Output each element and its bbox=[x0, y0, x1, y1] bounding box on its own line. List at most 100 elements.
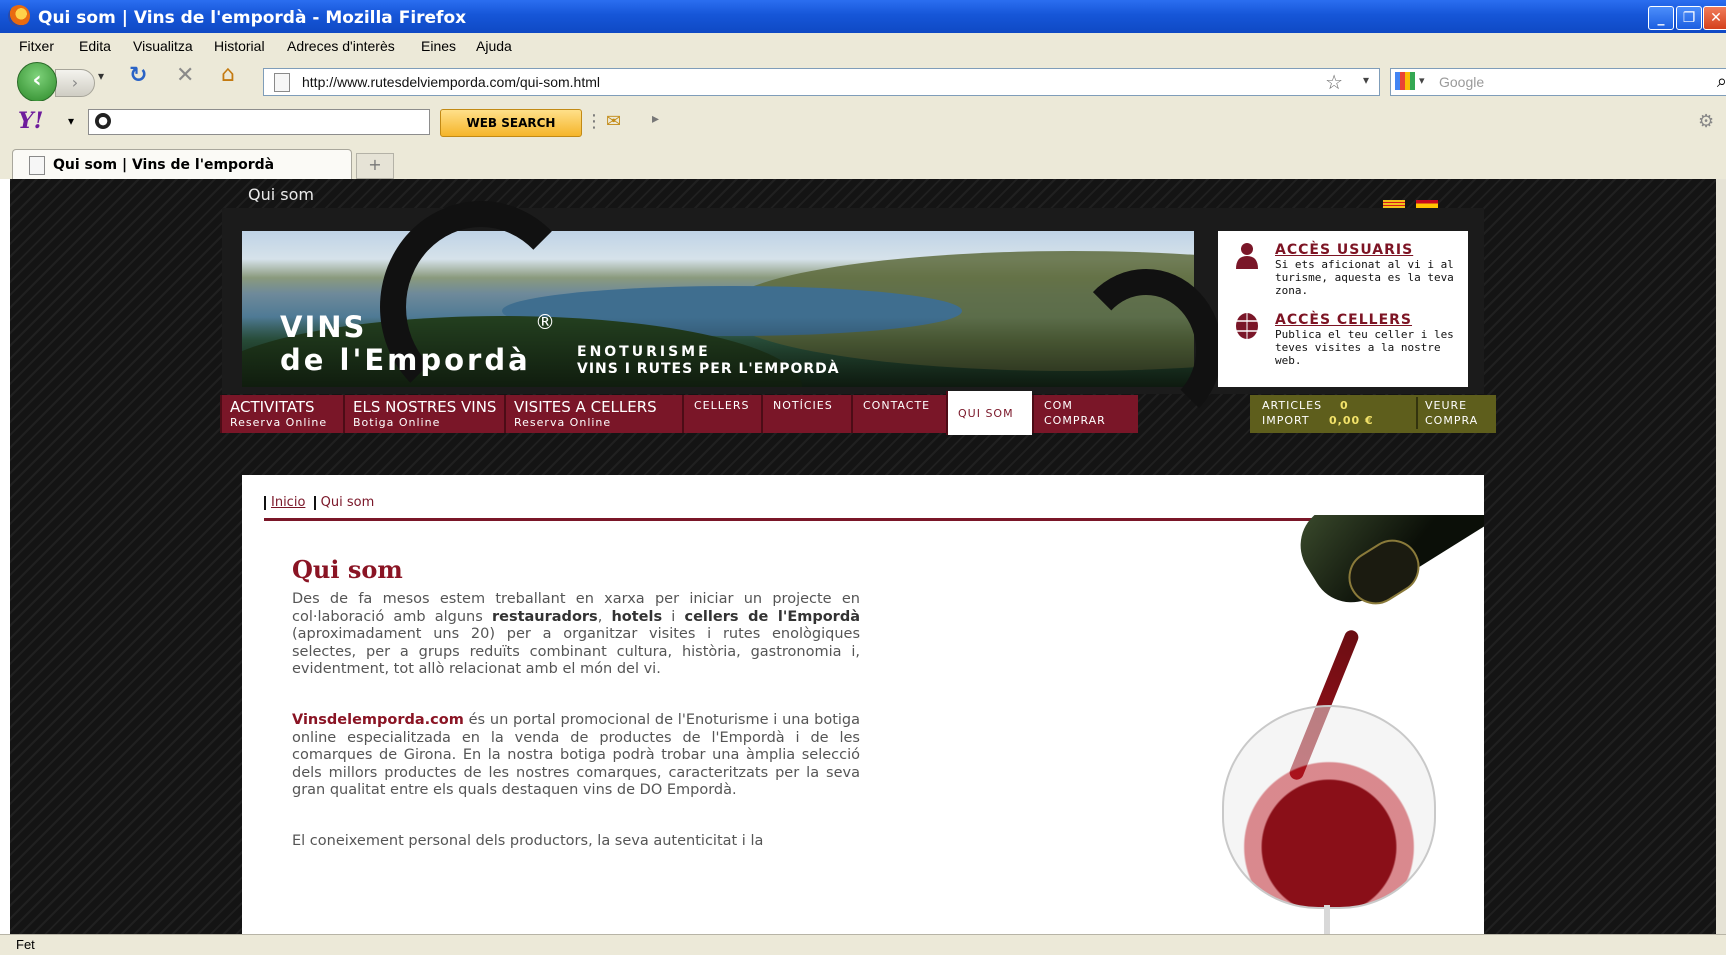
url-dropdown-icon[interactable]: ▾ bbox=[1363, 73, 1369, 87]
user-icon bbox=[1236, 243, 1258, 269]
web-search-button[interactable]: WEB SEARCH bbox=[440, 109, 582, 137]
nav-comprar-label: COMPRAR bbox=[1044, 414, 1106, 427]
yahoo-dropdown-icon[interactable]: ▾ bbox=[68, 114, 74, 128]
restore-button[interactable]: ❐ bbox=[1676, 6, 1702, 30]
registered-mark: ® bbox=[535, 310, 555, 334]
vertical-scrollbar[interactable] bbox=[1716, 179, 1726, 934]
acces-usuaris-text: Si ets aficionat al vi i al turisme, aqu… bbox=[1275, 258, 1454, 297]
yahoo-toolbar: Y! ▾ ● WEB SEARCH ⋮ ✉ ▸ ⚙ bbox=[0, 101, 1726, 144]
nav-qui-som[interactable]: QUI SOM bbox=[946, 391, 1032, 435]
nav-els-nostres-vins[interactable]: ELS NOSTRES VINS Botiga Online bbox=[343, 395, 504, 433]
logo-emporda: de l'Empordà bbox=[280, 343, 531, 377]
status-text: Fet bbox=[16, 937, 35, 952]
close-button[interactable]: ✕ bbox=[1703, 6, 1726, 30]
google-icon[interactable] bbox=[1395, 72, 1415, 90]
nav-visites-cellers[interactable]: VISITES A CELLERS Reserva Online bbox=[504, 395, 682, 433]
bookmark-star-icon[interactable]: ☆ bbox=[1325, 70, 1343, 95]
home-icon[interactable]: ⌂ bbox=[221, 62, 235, 87]
minimize-button[interactable]: _ bbox=[1648, 6, 1674, 30]
view-cart-label2[interactable]: COMPRA bbox=[1425, 414, 1478, 427]
acces-cellers-link[interactable]: ACCÈS CELLERS bbox=[1275, 312, 1412, 328]
tagline-vins-rutes: VINS I RUTES PER L'EMPORDÀ bbox=[577, 361, 840, 377]
nav-com-label: COM bbox=[1044, 399, 1073, 412]
forward-button[interactable]: › bbox=[55, 69, 95, 97]
page-icon bbox=[274, 73, 290, 92]
firefox-icon bbox=[8, 5, 30, 27]
nav-cellers-label: CELLERS bbox=[694, 399, 750, 412]
paragraph-1: Des de fa mesos estem treballant en xarx… bbox=[292, 591, 860, 677]
nav-noticies-label: NOTÍCIES bbox=[773, 399, 833, 412]
view-cart-label1[interactable]: VEURE bbox=[1425, 399, 1467, 412]
nav-com-comprar[interactable]: COM COMPRAR bbox=[1032, 395, 1138, 433]
logo-swirl bbox=[380, 201, 582, 413]
menu-fitxer[interactable]: Fitxer bbox=[19, 38, 54, 54]
search-placeholder: Google bbox=[1439, 74, 1485, 90]
menu-historial[interactable]: Historial bbox=[214, 38, 265, 54]
more-arrow-icon[interactable]: ▸ bbox=[652, 111, 659, 127]
yahoo-search-input[interactable]: ● bbox=[88, 109, 430, 135]
cart-articles-label: ARTICLES bbox=[1262, 399, 1323, 412]
menu-adreces[interactable]: Adreces d'interès bbox=[287, 38, 395, 54]
nav-noticies[interactable]: NOTÍCIES bbox=[761, 395, 851, 433]
search-icon[interactable]: ⌕ bbox=[1717, 71, 1726, 92]
nav-activitats-label: ACTIVITATS bbox=[230, 398, 315, 416]
logo-vins: VINS bbox=[280, 310, 367, 344]
content-panel: Inicio Qui som Qui som Des de fa mesos e… bbox=[242, 475, 1484, 934]
barrel-icon bbox=[1236, 313, 1258, 339]
menubar: Fitxer Edita Visualitza Historial Adrece… bbox=[0, 33, 1726, 57]
nav-activitats[interactable]: ACTIVITATS Reserva Online bbox=[220, 395, 343, 433]
tagline-enoturisme: ENOTURISME bbox=[577, 344, 711, 360]
reload-icon[interactable]: ↻ bbox=[129, 63, 147, 88]
url-bar[interactable]: http://www.rutesdelviemporda.com/qui-som… bbox=[263, 68, 1380, 96]
yahoo-logo[interactable]: Y! bbox=[18, 108, 43, 134]
acces-cellers-text: Publica el teu celler i les teves visite… bbox=[1275, 328, 1454, 367]
nav-contacte-label: CONTACTE bbox=[863, 399, 931, 412]
mail-icon[interactable]: ✉ bbox=[606, 111, 621, 132]
paragraph-3: El coneixement personal dels productors,… bbox=[292, 833, 764, 849]
tab-label: Qui som | Vins de l'empordà bbox=[53, 157, 275, 173]
status-bar: Fet bbox=[0, 934, 1726, 955]
breadcrumb: Inicio Qui som bbox=[264, 495, 374, 510]
cart-divider bbox=[1416, 397, 1418, 429]
page-heading: Qui som bbox=[248, 185, 314, 204]
window-title: Qui som | Vins de l'empordà - Mozilla Fi… bbox=[38, 8, 467, 28]
navigation-toolbar: › ‹ ▾ ↻ ✕ ⌂ http://www.rutesdelviemporda… bbox=[0, 57, 1726, 102]
stop-icon[interactable]: ✕ bbox=[176, 63, 194, 88]
url-text: http://www.rutesdelviemporda.com/qui-som… bbox=[302, 74, 600, 90]
tab-strip: Qui som | Vins de l'empordà + bbox=[0, 143, 1726, 180]
nav-visites-label: VISITES A CELLERS bbox=[514, 398, 657, 416]
toolbar-separator-icon: ⋮ bbox=[585, 111, 603, 132]
access-panel: ACCÈS USUARIS Si ets aficionat al vi i a… bbox=[1218, 231, 1468, 387]
tab-qui-som[interactable]: Qui som | Vins de l'empordà bbox=[12, 149, 352, 180]
acces-usuaris-link[interactable]: ACCÈS USUARIS bbox=[1275, 242, 1413, 258]
nav-activitats-sub: Reserva Online bbox=[230, 416, 328, 429]
window-titlebar: Qui som | Vins de l'empordà - Mozilla Fi… bbox=[0, 0, 1726, 33]
cart-import-value: 0,00 € bbox=[1329, 414, 1374, 427]
engine-dropdown-icon[interactable]: ▾ bbox=[1419, 74, 1425, 87]
cart-summary: ARTICLES 0 IMPORT 0,00 € VEURE COMPRA bbox=[1250, 395, 1496, 433]
menu-eines[interactable]: Eines bbox=[421, 38, 456, 54]
menu-edita[interactable]: Edita bbox=[79, 38, 111, 54]
search-bar[interactable]: ▾ Google ⌕ bbox=[1390, 68, 1726, 96]
history-dropdown-icon[interactable]: ▾ bbox=[98, 69, 104, 83]
nav-qui-som-label: QUI SOM bbox=[958, 407, 1014, 420]
breadcrumb-home-link[interactable]: Inicio bbox=[271, 495, 305, 510]
menu-ajuda[interactable]: Ajuda bbox=[476, 38, 512, 54]
content-title: Qui som bbox=[292, 555, 403, 584]
paragraph-2: Vinsdelemporda.com és un portal promocio… bbox=[292, 712, 860, 798]
back-button[interactable]: ‹ bbox=[17, 62, 57, 102]
nav-cellers[interactable]: CELLERS bbox=[682, 395, 761, 433]
tab-page-icon bbox=[29, 156, 45, 175]
page-viewport: Qui som VINS de l'Empordà ® ENOTURISME V… bbox=[10, 179, 1716, 934]
settings-gear-icon[interactable]: ⚙ bbox=[1698, 111, 1714, 132]
menu-visualitza[interactable]: Visualitza bbox=[133, 38, 193, 54]
cart-articles-value: 0 bbox=[1340, 399, 1349, 412]
wine-pouring-image bbox=[1102, 515, 1484, 934]
nav-visites-sub: Reserva Online bbox=[514, 416, 612, 429]
nav-contacte[interactable]: CONTACTE bbox=[851, 395, 946, 433]
nav-vins-label: ELS NOSTRES VINS bbox=[353, 398, 497, 416]
brand-link[interactable]: Vinsdelemporda.com bbox=[292, 712, 464, 728]
breadcrumb-current: Qui som bbox=[320, 495, 375, 510]
nav-vins-sub: Botiga Online bbox=[353, 416, 441, 429]
new-tab-button[interactable]: + bbox=[356, 153, 394, 179]
